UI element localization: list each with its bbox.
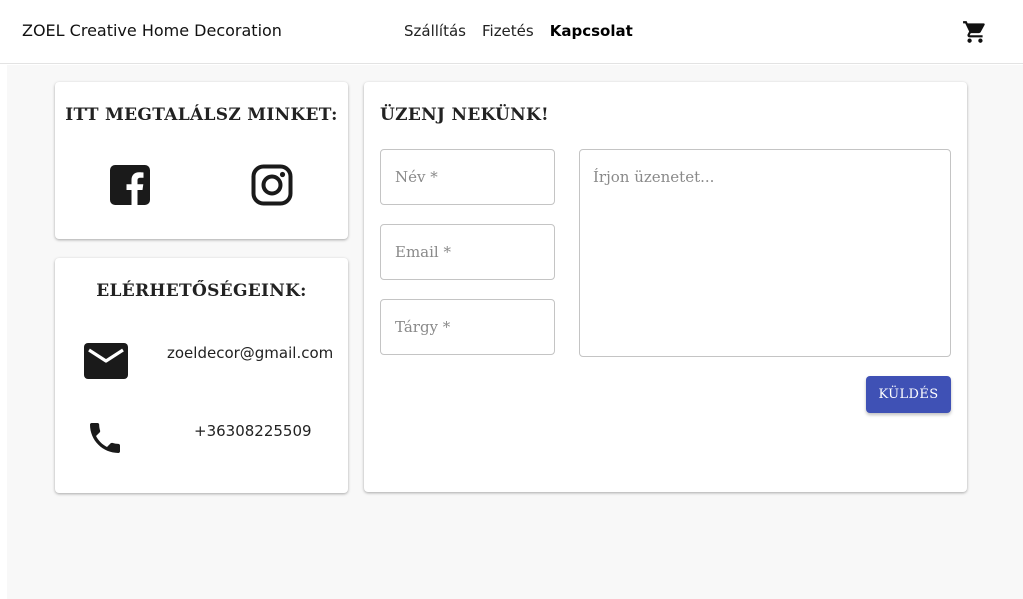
contact-card: ELÉRHETŐSÉGEINK: zoeldecor@gmail.com +36… — [55, 258, 348, 493]
nav-link-contact[interactable]: Kapcsolat — [550, 22, 633, 40]
email-input[interactable] — [381, 225, 554, 279]
nav-link-payment[interactable]: Fizetés — [482, 22, 534, 40]
message-form-card: ÜZENJ NEKÜNK! KÜLDÉS — [364, 82, 967, 492]
email-field — [380, 224, 555, 280]
contact-phone[interactable]: +36308225509 — [194, 422, 312, 440]
name-field — [380, 149, 555, 205]
message-field — [579, 149, 951, 357]
name-input[interactable] — [381, 150, 554, 204]
instagram-icon[interactable] — [251, 164, 293, 206]
contact-email[interactable]: zoeldecor@gmail.com — [167, 344, 333, 362]
mail-icon — [84, 343, 128, 379]
main-nav: Szállítás Fizetés Kapcsolat — [404, 22, 633, 40]
top-app-bar: ZOEL Creative Home Decoration Szállítás … — [0, 0, 1023, 64]
page-content: ITT MEGTALÁLSZ MINKET: ELÉRHETŐSÉGEINK: … — [7, 65, 1023, 599]
social-card: ITT MEGTALÁLSZ MINKET: — [55, 82, 348, 239]
social-title: ITT MEGTALÁLSZ MINKET: — [65, 105, 338, 125]
shopping-cart-icon[interactable] — [962, 19, 988, 45]
brand-name[interactable]: ZOEL Creative Home Decoration — [22, 21, 282, 40]
phone-icon — [90, 423, 120, 453]
form-title: ÜZENJ NEKÜNK! — [380, 105, 549, 125]
contact-title: ELÉRHETŐSÉGEINK: — [96, 281, 307, 301]
facebook-icon[interactable] — [110, 165, 150, 205]
subject-input[interactable] — [381, 300, 554, 354]
send-button[interactable]: KÜLDÉS — [866, 376, 951, 413]
nav-link-shipping[interactable]: Szállítás — [404, 22, 466, 40]
message-textarea[interactable] — [580, 150, 950, 356]
subject-field — [380, 299, 555, 355]
